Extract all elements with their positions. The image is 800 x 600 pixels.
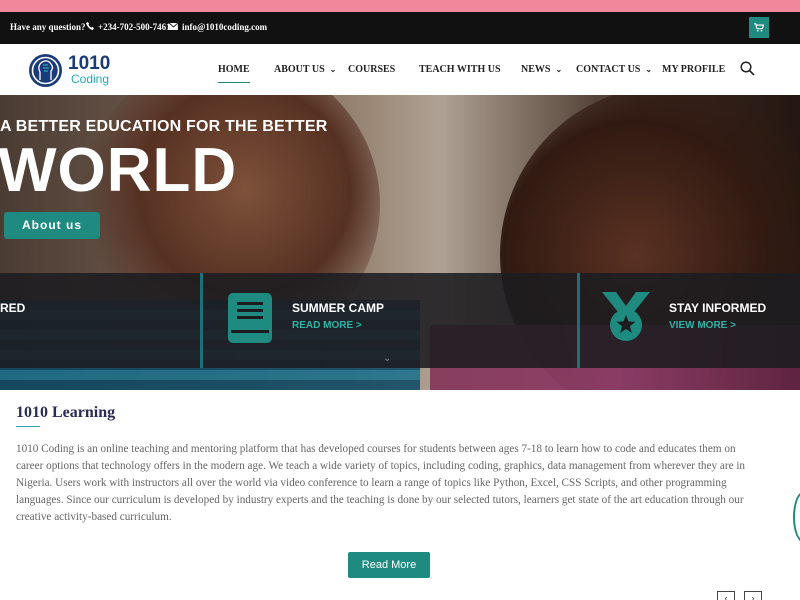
email-address: info@1010coding.com	[182, 22, 268, 32]
envelope-icon	[168, 22, 179, 32]
nav-teach-with-us[interactable]: TEACH WITH US	[419, 64, 501, 75]
chevron-down-icon: ⌄	[645, 65, 653, 74]
feature-card-left[interactable]: RED	[0, 273, 200, 368]
main-navbar: 1010 Coding HOME ABOUT US ⌄ COURSES TEACH…	[0, 44, 800, 95]
section-paragraph: 1010 Coding is an online teaching and me…	[16, 443, 746, 523]
feature-left-title: RED	[0, 301, 26, 315]
stay-informed-view-more-link[interactable]: VIEW MORE >	[669, 320, 736, 331]
book-icon	[228, 293, 272, 343]
read-more-button[interactable]: Read More	[348, 552, 430, 578]
top-accent-strip	[0, 0, 800, 12]
question-text: Have any question?	[10, 22, 86, 32]
nav-home[interactable]: HOME	[218, 64, 250, 83]
site-logo[interactable]: 1010 Coding	[29, 53, 124, 87]
email-contact[interactable]: info@1010coding.com	[168, 22, 268, 32]
feature-strip: RED SUMMER CAMP READ MORE > STAY INFORME…	[0, 273, 800, 368]
prev-arrow-button[interactable]: ‹	[717, 591, 735, 600]
top-info-bar: Have any question? +234-702-500-7461 inf…	[0, 12, 800, 44]
hero-banner: A BETTER EDUCATION FOR THE BETTER WORLD …	[0, 95, 800, 390]
chevron-down-icon: ⌄	[329, 65, 337, 74]
search-icon[interactable]	[740, 61, 755, 76]
summer-camp-title: SUMMER CAMP	[292, 301, 384, 315]
nav-about-label: ABOUT US	[274, 64, 325, 75]
phone-number: +234-702-500-7461	[98, 22, 171, 32]
next-arrow-button[interactable]: ›	[744, 591, 762, 600]
title-underline	[16, 426, 40, 427]
phone-contact[interactable]: +234-702-500-7461	[85, 22, 171, 32]
nav-news-label: NEWS	[521, 64, 551, 75]
nav-my-profile[interactable]: MY PROFILE	[662, 64, 725, 75]
chevron-down-icon[interactable]: ⌄	[383, 353, 391, 364]
hero-title: WORLD	[0, 136, 238, 205]
logo-sub-text: Coding	[71, 72, 110, 86]
cart-icon	[754, 23, 764, 32]
phone-icon	[85, 22, 94, 32]
logo-head-icon	[29, 54, 62, 87]
summer-camp-read-more-link[interactable]: READ MORE >	[292, 320, 362, 331]
nav-courses[interactable]: COURSES	[348, 64, 395, 75]
about-us-button[interactable]: About us	[4, 212, 100, 239]
nav-contact-label: CONTACT US	[576, 64, 641, 75]
hero-tagline: A BETTER EDUCATION FOR THE BETTER	[0, 118, 328, 135]
chevron-down-icon: ⌄	[555, 65, 563, 74]
nav-news[interactable]: NEWS ⌄	[521, 64, 562, 75]
nav-about-us[interactable]: ABOUT US ⌄	[274, 64, 336, 75]
stay-informed-title: STAY INFORMED	[669, 301, 767, 315]
medal-icon	[602, 292, 650, 341]
section-title: 1010 Learning	[16, 404, 116, 421]
feature-card-stay-informed[interactable]: STAY INFORMED VIEW MORE >	[580, 273, 800, 368]
nav-contact-us[interactable]: CONTACT US ⌄	[576, 64, 652, 75]
cart-button[interactable]	[749, 17, 769, 38]
about-section: 1010 Learning 1010 Coding is an online t…	[0, 390, 800, 600]
